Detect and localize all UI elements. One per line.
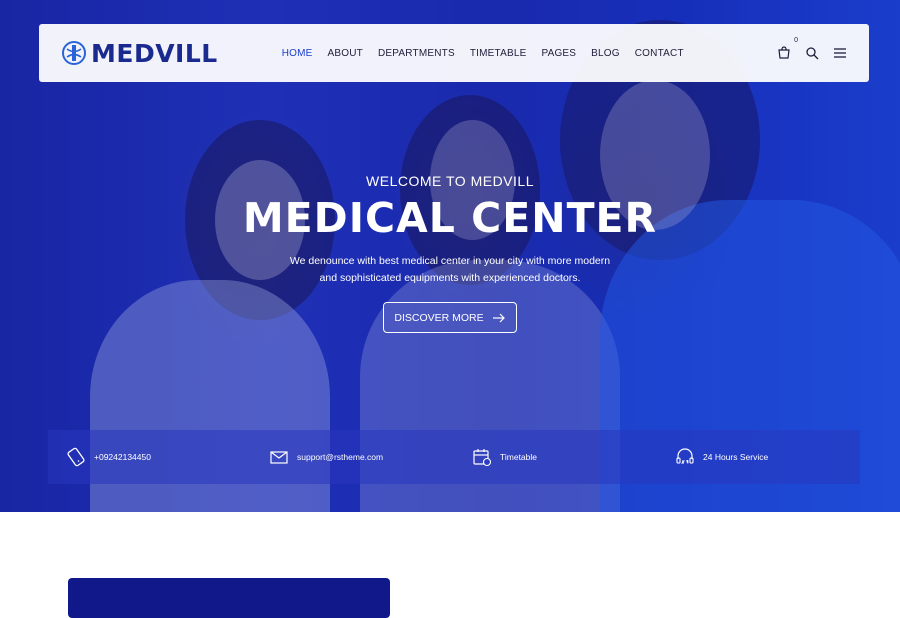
cart-icon: [778, 46, 790, 59]
info-phone-text: +09242134450: [94, 452, 151, 462]
section-card: [68, 578, 390, 618]
info-phone[interactable]: +09242134450: [48, 447, 251, 467]
nav-item-about[interactable]: ABOUT: [328, 48, 363, 59]
info-timetable[interactable]: Timetable: [454, 447, 657, 467]
phone-icon: [67, 447, 85, 467]
info-timetable-text: Timetable: [500, 452, 538, 462]
cart-button[interactable]: 0: [777, 37, 798, 60]
nav-item-pages[interactable]: PAGES: [541, 48, 576, 59]
main-menu: HOME ABOUT DEPARTMENTS TIMETABLE PAGES B…: [282, 48, 699, 59]
cart-count-badge: 0: [794, 37, 798, 44]
nav-item-blog[interactable]: BLOG: [591, 48, 620, 59]
discover-more-label: DISCOVER MORE: [394, 311, 484, 324]
hero-description-line: and sophisticated equipments with experi…: [319, 272, 581, 284]
logo[interactable]: MEDVILL: [61, 39, 218, 68]
nav-icons: 0: [777, 37, 847, 60]
nav-item-departments[interactable]: DEPARTMENTS: [378, 48, 455, 59]
info-24-hours-text: 24 Hours Service: [703, 452, 769, 462]
menu-button[interactable]: [833, 46, 847, 60]
info-24-hours[interactable]: 24 Hours Service: [657, 447, 860, 467]
hero-welcome: WELCOME TO MEDVILL: [366, 173, 534, 189]
arrow-right-icon: [492, 313, 505, 322]
info-bar: +09242134450 support@rstheme.com Timetab…: [48, 430, 860, 484]
logo-text: MEDVILL: [91, 38, 218, 68]
hero-section: MEDVILL HOME ABOUT DEPARTMENTS TIMETABLE…: [0, 0, 900, 512]
search-icon: [806, 47, 819, 60]
email-icon: [270, 451, 288, 464]
nav-item-timetable[interactable]: TIMETABLE: [470, 48, 527, 59]
menu-icon: [834, 48, 846, 58]
hero-description-line: We denounce with best medical center in …: [289, 255, 611, 267]
nav-item-contact[interactable]: CONTACT: [635, 48, 684, 59]
search-button[interactable]: [805, 46, 819, 60]
support-24-icon: [676, 448, 694, 464]
nav-item-home[interactable]: HOME: [282, 48, 313, 59]
info-email-text: support@rstheme.com: [297, 452, 384, 462]
hero-description: We denounce with best medical center in …: [0, 253, 900, 287]
discover-more-button[interactable]: DISCOVER MORE: [383, 302, 517, 333]
calendar-icon: [473, 449, 492, 467]
navbar: MEDVILL HOME ABOUT DEPARTMENTS TIMETABLE…: [39, 24, 869, 82]
info-email[interactable]: support@rstheme.com: [251, 447, 454, 467]
hero-headline: MEDICAL CENTER: [242, 194, 658, 242]
logo-icon: [62, 41, 86, 65]
